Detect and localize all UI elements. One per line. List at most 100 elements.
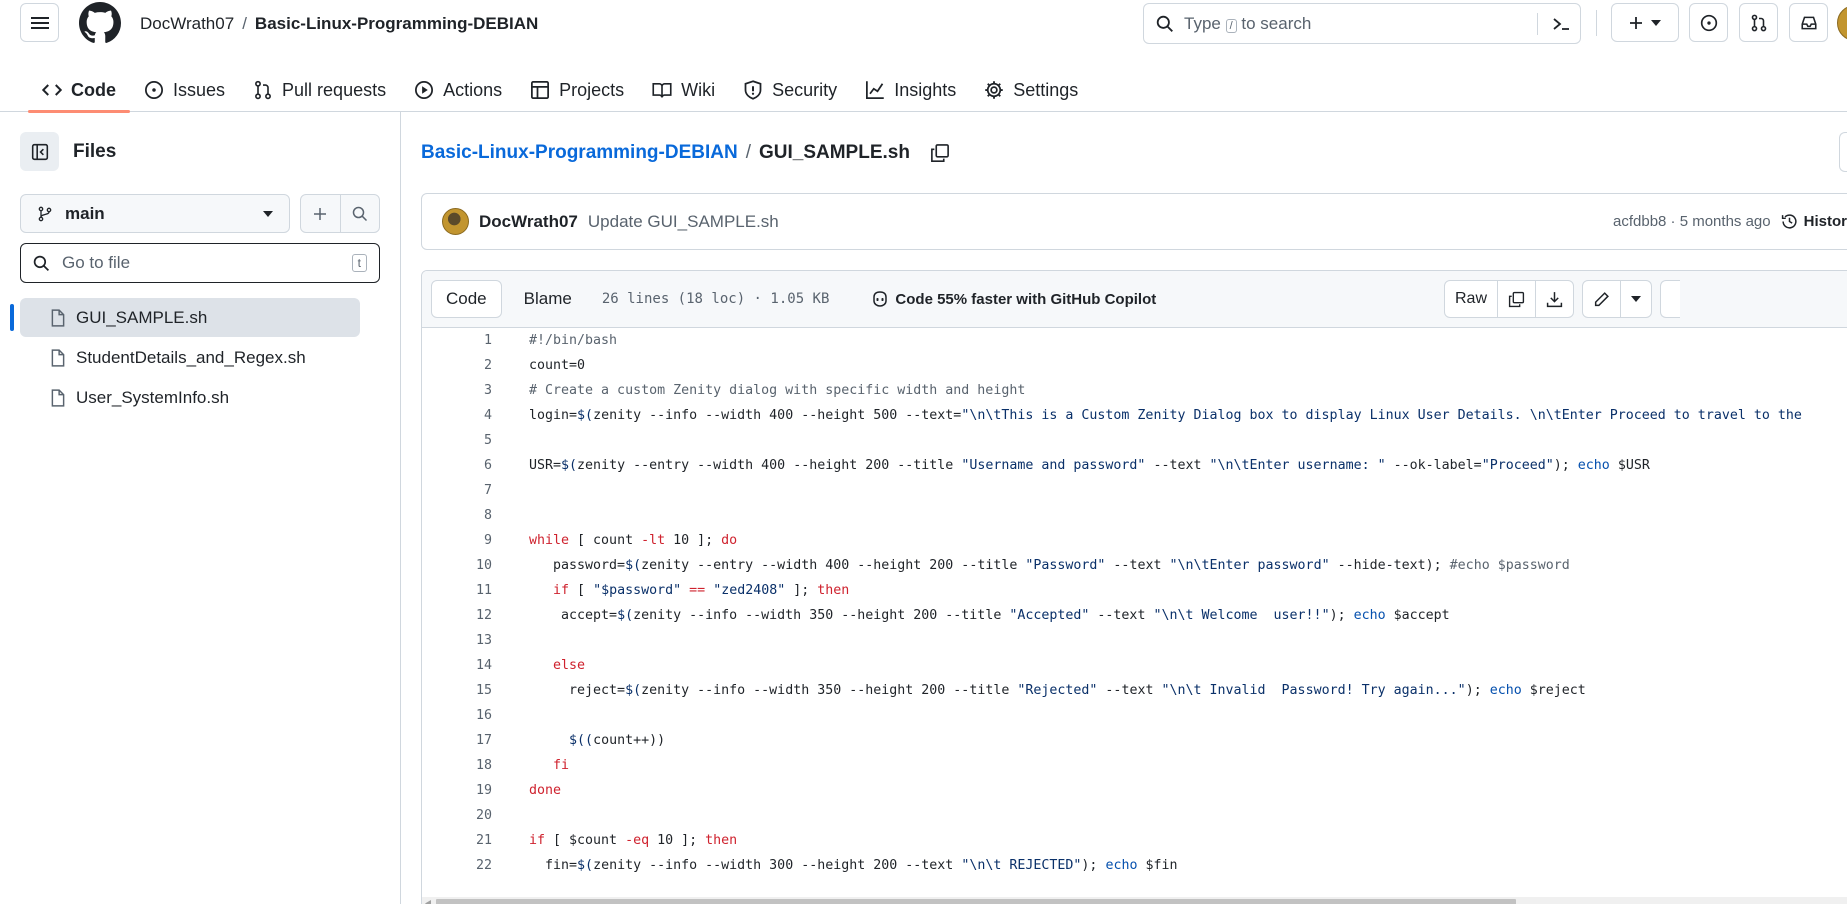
- horizontal-scrollbar[interactable]: [422, 897, 1847, 904]
- inbox-button[interactable]: [1789, 3, 1828, 42]
- repo-nav-tabs: Code Issues Pull requests Actions Projec…: [28, 68, 1092, 113]
- line-number[interactable]: 20: [422, 808, 492, 823]
- file-item[interactable]: StudentDetails_and_Regex.sh: [20, 338, 360, 377]
- download-button[interactable]: [1536, 281, 1573, 317]
- more-options-button[interactable]: [1839, 132, 1847, 172]
- line-number[interactable]: 8: [422, 508, 492, 523]
- line-number[interactable]: 19: [422, 783, 492, 798]
- file-item[interactable]: User_SystemInfo.sh: [20, 378, 360, 417]
- line-number[interactable]: 1: [422, 333, 492, 348]
- sidebar-collapse-icon: [31, 143, 48, 160]
- line-number[interactable]: 9: [422, 533, 492, 548]
- tab-label: Actions: [443, 79, 503, 100]
- line-code: password=$(zenity --entry --width 400 --…: [529, 558, 1570, 573]
- code-line: 12 accept=$(zenity --info --width 350 --…: [422, 603, 1847, 628]
- git-branch-icon: [38, 206, 52, 221]
- code-line: 20: [422, 803, 1847, 828]
- commit-author[interactable]: DocWrath07: [479, 212, 578, 232]
- issue-icon: [145, 81, 163, 99]
- line-code: USR=$(zenity --entry --width 400 --heigh…: [529, 458, 1650, 473]
- inbox-icon: [1800, 16, 1817, 29]
- line-number[interactable]: 2: [422, 358, 492, 373]
- line-number[interactable]: 7: [422, 483, 492, 498]
- line-number[interactable]: 14: [422, 658, 492, 673]
- line-number[interactable]: 21: [422, 833, 492, 848]
- line-number[interactable]: 15: [422, 683, 492, 698]
- code-line: 4 login=$(zenity --info --width 400 --hei…: [422, 403, 1847, 428]
- line-number[interactable]: 18: [422, 758, 492, 773]
- files-title: Files: [73, 140, 117, 162]
- line-number[interactable]: 6: [422, 458, 492, 473]
- pull-requests-button[interactable]: [1739, 3, 1778, 42]
- file-icon: [51, 348, 65, 367]
- tab-issues[interactable]: Issues: [130, 68, 239, 112]
- line-number[interactable]: 10: [422, 558, 492, 573]
- play-icon: [415, 81, 434, 99]
- history-button[interactable]: History: [1781, 213, 1847, 230]
- line-code: count=0: [529, 358, 586, 373]
- symbols-panel-button[interactable]: [1660, 280, 1681, 318]
- edit-button[interactable]: [1583, 281, 1622, 317]
- add-file-button[interactable]: [301, 195, 341, 232]
- code-view-button[interactable]: Code: [431, 280, 502, 318]
- code-line: 11 if [ "$password" == "zed2408" ]; then: [422, 578, 1847, 603]
- line-number[interactable]: 22: [422, 858, 492, 873]
- tab-pull-requests[interactable]: Pull requests: [239, 68, 400, 112]
- line-number[interactable]: 13: [422, 633, 492, 648]
- tab-insights[interactable]: Insights: [851, 68, 970, 112]
- file-toolbar: Raw: [1444, 280, 1681, 318]
- blame-view-button[interactable]: Blame: [510, 280, 586, 318]
- user-avatar[interactable]: [1837, 5, 1847, 41]
- tab-projects[interactable]: Projects: [516, 68, 638, 112]
- author-avatar[interactable]: [442, 208, 469, 235]
- line-number[interactable]: 3: [422, 383, 492, 398]
- collapse-sidebar-button[interactable]: [20, 132, 59, 171]
- repo-name-link[interactable]: Basic-Linux-Programming-DEBIAN: [255, 14, 538, 34]
- code-line: 7: [422, 478, 1847, 503]
- breadcrumb-repo-link[interactable]: Basic-Linux-Programming-DEBIAN: [421, 142, 738, 164]
- commit-sha-time[interactable]: acfdbb8 · 5 months ago: [1613, 213, 1771, 230]
- search-input[interactable]: Type / to search: [1143, 3, 1581, 44]
- file-icon: [51, 388, 65, 407]
- line-number[interactable]: 4: [422, 408, 492, 423]
- line-number[interactable]: 17: [422, 733, 492, 748]
- code-line: 5: [422, 428, 1847, 453]
- shield-icon: [744, 80, 762, 100]
- line-number[interactable]: 16: [422, 708, 492, 723]
- issues-button[interactable]: [1689, 3, 1728, 42]
- tab-code[interactable]: Code: [28, 68, 130, 113]
- copilot-promo[interactable]: Code 55% faster with GitHub Copilot: [871, 291, 1156, 308]
- copy-path-button[interactable]: [930, 143, 950, 163]
- code-line: 8: [422, 503, 1847, 528]
- line-code: accept=$(zenity --info --width 350 --hei…: [529, 608, 1450, 623]
- line-code: done: [529, 783, 562, 798]
- raw-button[interactable]: Raw: [1445, 281, 1499, 317]
- file-item[interactable]: GUI_SAMPLE.sh: [10, 298, 360, 337]
- branch-selector[interactable]: main: [20, 194, 290, 233]
- scrollbar-thumb[interactable]: [436, 899, 1516, 904]
- file-actions: [300, 194, 380, 233]
- menu-button[interactable]: [20, 3, 59, 42]
- tab-label: Security: [772, 79, 838, 100]
- copy-raw-button[interactable]: [1498, 281, 1537, 317]
- line-code: login=$(zenity --info --width 400 --heig…: [529, 408, 1802, 423]
- create-new-button[interactable]: [1611, 3, 1679, 42]
- search-icon: [352, 206, 367, 221]
- edit-menu-button[interactable]: [1621, 281, 1651, 317]
- repo-header: DocWrath07 / Basic-Linux-Programming-DEB…: [0, 0, 1847, 113]
- tab-wiki[interactable]: Wiki: [638, 68, 729, 112]
- github-logo[interactable]: [79, 2, 121, 44]
- tab-label: Code: [71, 79, 116, 100]
- commit-message[interactable]: Update GUI_SAMPLE.sh: [588, 212, 779, 232]
- breadcrumb-file-name: GUI_SAMPLE.sh: [758, 142, 910, 163]
- tab-actions[interactable]: Actions: [400, 68, 516, 112]
- line-number[interactable]: 5: [422, 433, 492, 448]
- command-palette-icon[interactable]: [1548, 16, 1580, 32]
- search-files-button[interactable]: [341, 195, 380, 232]
- line-number[interactable]: 11: [422, 583, 492, 598]
- tab-security[interactable]: Security: [729, 68, 851, 112]
- tab-settings[interactable]: Settings: [970, 68, 1092, 112]
- repo-owner-link[interactable]: DocWrath07: [140, 14, 234, 34]
- line-number[interactable]: 12: [422, 608, 492, 623]
- go-to-file-input[interactable]: Go to file t: [20, 243, 380, 283]
